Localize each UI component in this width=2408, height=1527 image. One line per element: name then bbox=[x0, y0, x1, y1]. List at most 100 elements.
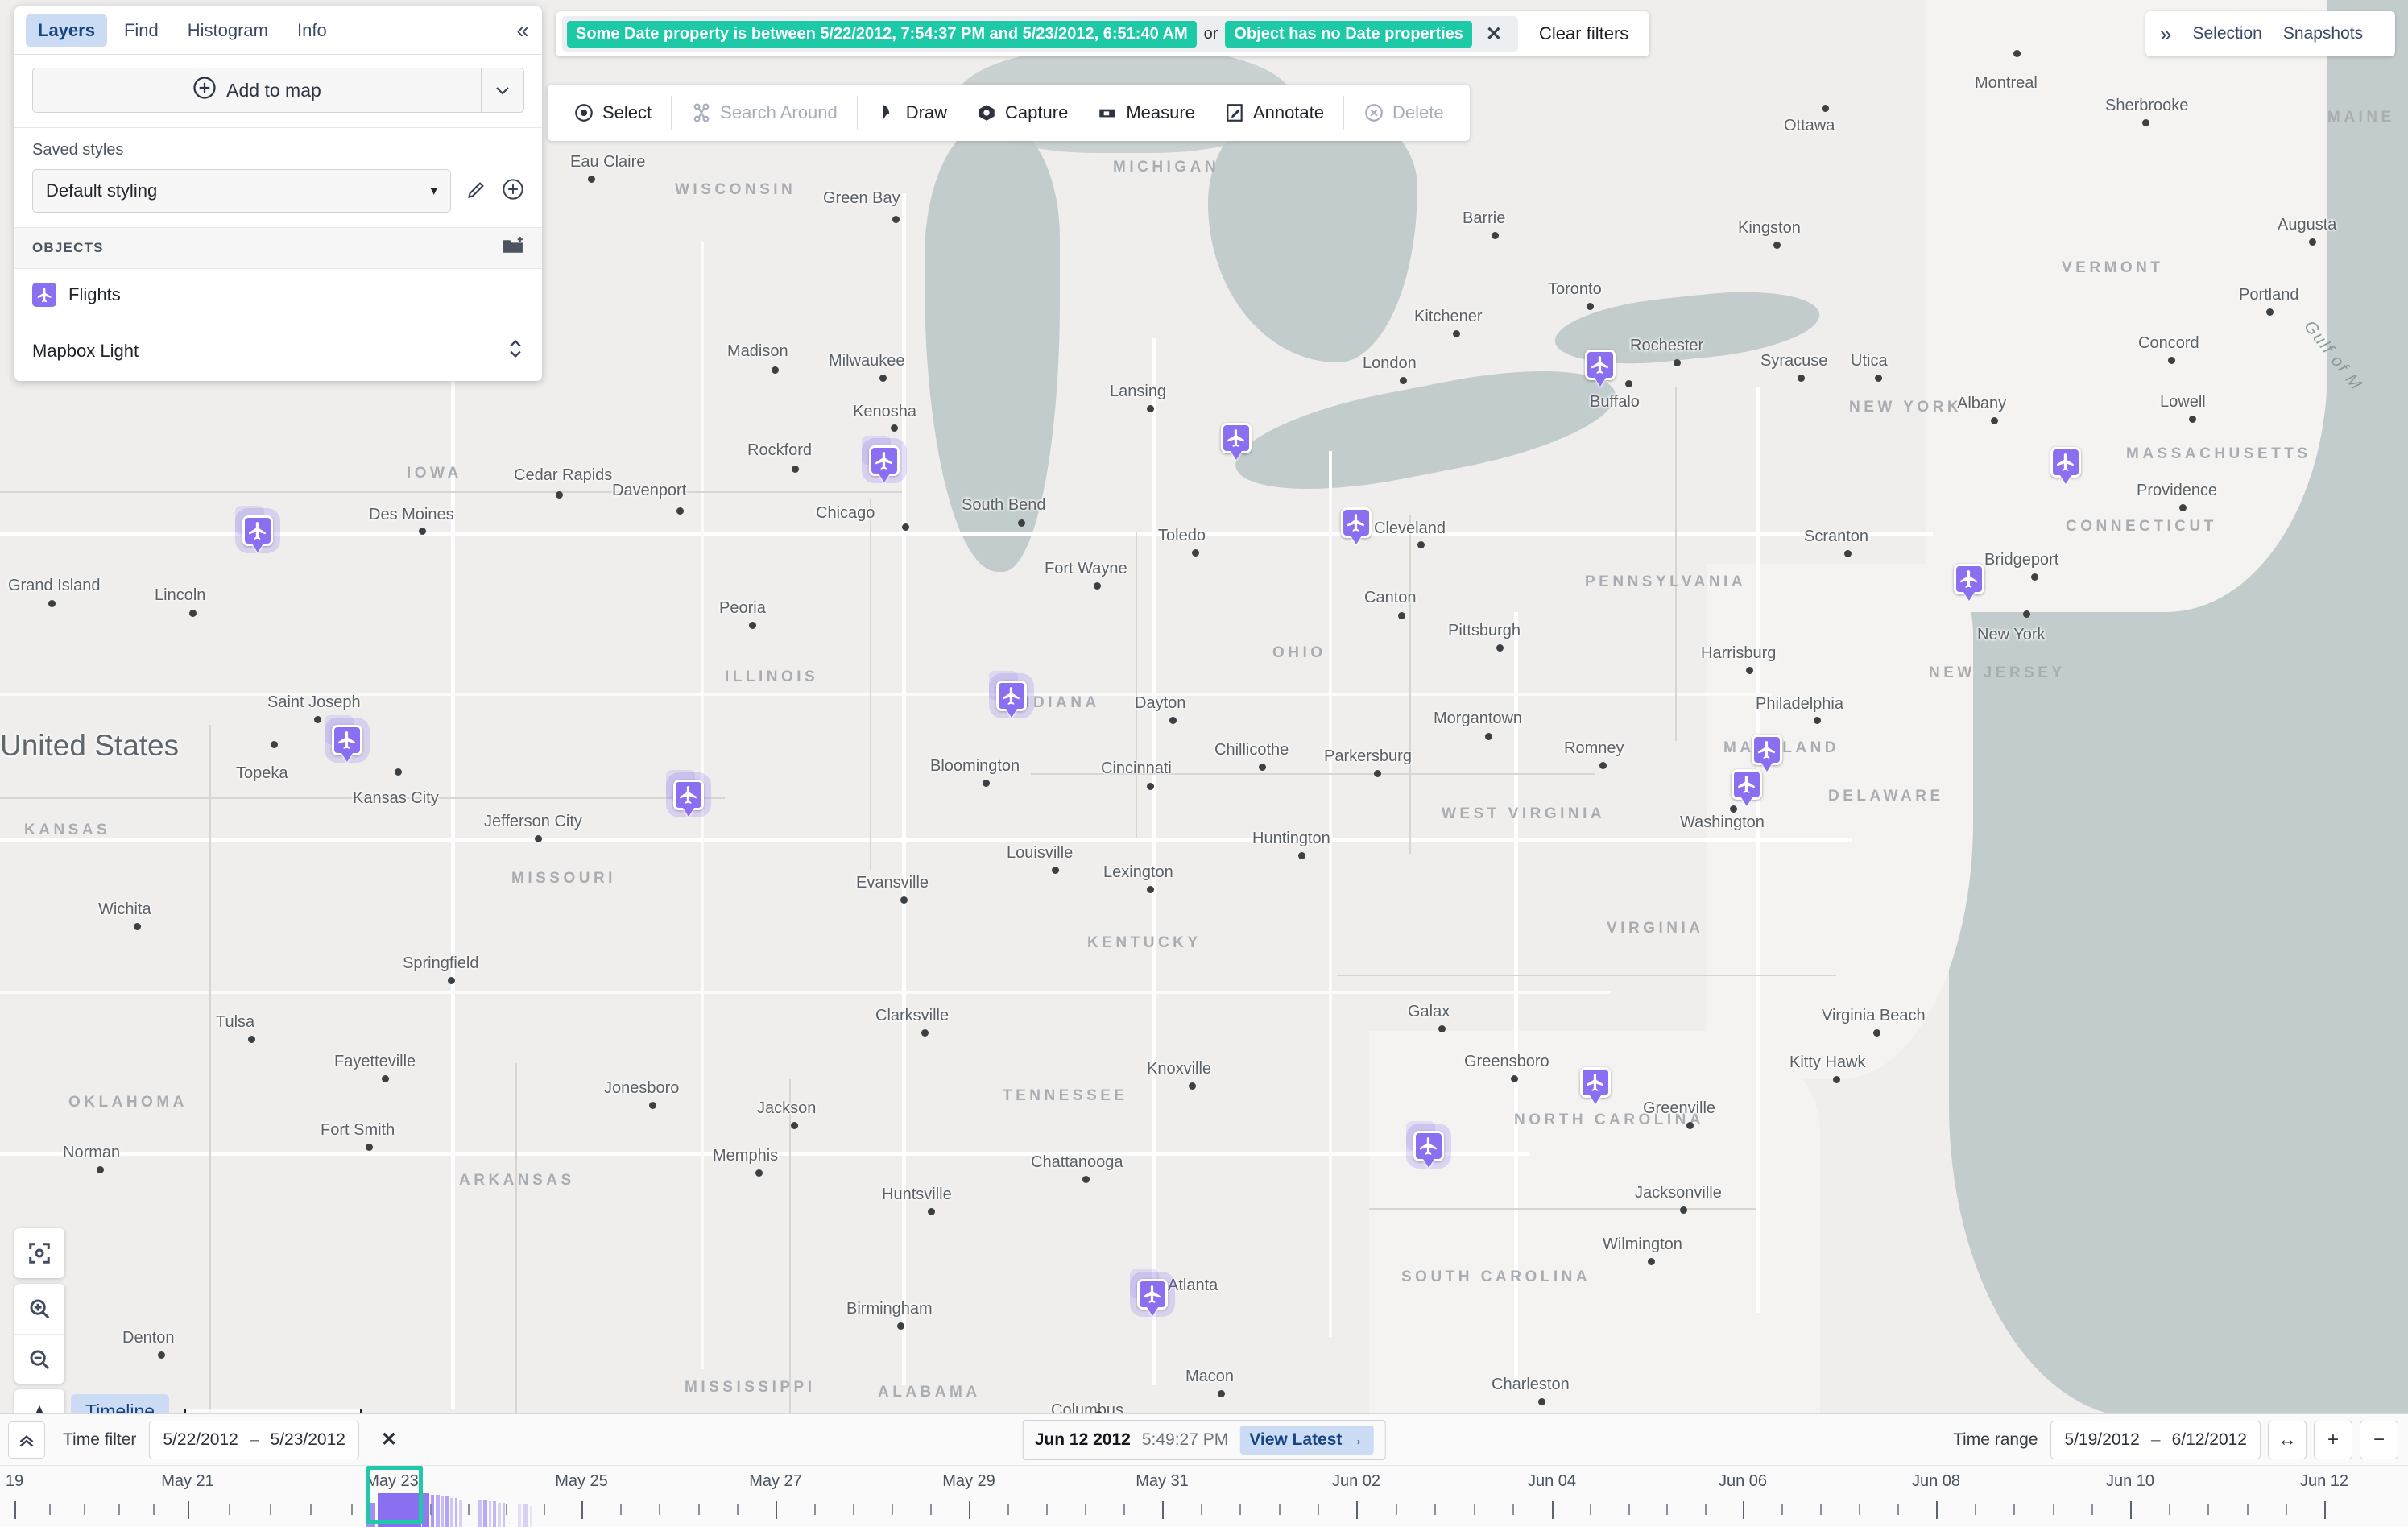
flight-marker[interactable] bbox=[1585, 350, 1616, 380]
tool-capture[interactable]: Capture bbox=[962, 85, 1082, 141]
flight-marker[interactable] bbox=[1413, 1131, 1444, 1161]
current-time: 5:49:27 PM bbox=[1141, 1430, 1229, 1449]
zoom-in-button[interactable] bbox=[14, 1284, 64, 1334]
expand-right-panel-icon[interactable]: » bbox=[2160, 22, 2171, 47]
clear-time-filter-icon[interactable]: ✕ bbox=[370, 1421, 408, 1459]
zoom-out-button[interactable] bbox=[14, 1334, 64, 1384]
flight-marker[interactable] bbox=[1752, 735, 1782, 765]
flight-marker[interactable] bbox=[242, 515, 273, 546]
object-label: Flights bbox=[68, 284, 121, 304]
map-city-label: Clarksville bbox=[875, 1007, 950, 1024]
time-range-controls[interactable]: Time range 5/19/2012 – 6/12/2012 ↔ + − bbox=[1935, 1420, 2398, 1459]
map-city-dot bbox=[2031, 573, 2038, 581]
map-toolbar[interactable]: Select Search Around Draw Capture Measur… bbox=[548, 85, 1470, 141]
map-city-dot bbox=[755, 1169, 763, 1177]
flight-marker[interactable] bbox=[1954, 564, 1984, 594]
map-city-dot bbox=[921, 1029, 929, 1037]
tab-find[interactable]: Find bbox=[112, 14, 171, 47]
updown-chevron-icon[interactable] bbox=[507, 337, 524, 365]
layers-panel[interactable]: Layers Find Histogram Info « Add to map … bbox=[14, 6, 542, 381]
object-row-flights[interactable]: Flights bbox=[14, 269, 542, 321]
style-select[interactable]: Default styling ▾ bbox=[32, 169, 451, 213]
fit-to-screen-button[interactable] bbox=[14, 1228, 64, 1278]
time-filter-start[interactable]: 5/22/2012 bbox=[163, 1430, 238, 1450]
filter-bar[interactable]: Some Date property is between 5/22/2012,… bbox=[556, 11, 1650, 56]
zoom-group[interactable] bbox=[14, 1284, 64, 1384]
collapse-timeline-button[interactable] bbox=[8, 1421, 45, 1459]
map-state-label: MAINE bbox=[2327, 109, 2395, 126]
new-folder-icon[interactable] bbox=[503, 237, 524, 259]
flight-marker[interactable] bbox=[1341, 507, 1372, 538]
timeline-controls-row[interactable]: Time filter 5/22/2012 – 5/23/2012 ✕ Jun … bbox=[0, 1414, 2408, 1466]
view-latest-button[interactable]: View Latest → bbox=[1239, 1425, 1374, 1455]
map-city-dot bbox=[983, 780, 990, 787]
fit-group[interactable] bbox=[14, 1228, 64, 1278]
tool-select[interactable]: Select bbox=[559, 85, 666, 141]
flight-marker[interactable] bbox=[1580, 1067, 1611, 1098]
zoom-in-range-button[interactable]: + bbox=[2314, 1420, 2352, 1459]
tab-selection[interactable]: Selection bbox=[2192, 24, 2261, 43]
toolbar-divider bbox=[1343, 96, 1344, 130]
timeline-histogram-bar bbox=[422, 1493, 429, 1527]
filter-chip-date-range[interactable]: Some Date property is between 5/22/2012,… bbox=[567, 20, 1197, 48]
flight-marker[interactable] bbox=[332, 725, 362, 755]
tool-delete[interactable]: Delete bbox=[1349, 85, 1458, 141]
map-city-label: Louisville bbox=[1007, 844, 1074, 862]
timeline-histogram-bar bbox=[445, 1496, 449, 1527]
timeline-axis[interactable]: 19 May 21 May 23 May 25 May 27 May 29 May 31 Ju… bbox=[0, 1466, 2408, 1527]
timeline-tick-label: May 29 bbox=[942, 1472, 995, 1490]
tab-snapshots[interactable]: Snapshots bbox=[2283, 24, 2363, 43]
time-filter-range[interactable]: 5/22/2012 – 5/23/2012 bbox=[149, 1420, 359, 1459]
flight-marker[interactable] bbox=[2050, 447, 2081, 478]
annotate-icon bbox=[1227, 104, 1243, 122]
camera-icon bbox=[979, 105, 995, 121]
map-city-label: Jefferson City bbox=[484, 813, 582, 830]
flight-marker[interactable] bbox=[996, 681, 1027, 711]
toolbar-divider bbox=[856, 96, 858, 130]
add-style-button[interactable] bbox=[502, 178, 524, 204]
flight-marker[interactable] bbox=[1137, 1279, 1168, 1310]
flight-marker[interactable] bbox=[869, 445, 900, 476]
tool-draw[interactable]: Draw bbox=[863, 85, 962, 141]
filter-chip-group[interactable]: Some Date property is between 5/22/2012,… bbox=[562, 16, 1519, 52]
tool-search-around[interactable]: Search Around bbox=[676, 85, 852, 141]
tab-layers[interactable]: Layers bbox=[26, 14, 107, 47]
map-city-label: Memphis bbox=[713, 1147, 779, 1165]
airplane-icon bbox=[1591, 356, 1608, 374]
filter-chip-no-date[interactable]: Object has no Date properties bbox=[1225, 20, 1472, 48]
timeline-tick-minor bbox=[270, 1504, 271, 1515]
timeline-bottom-bar[interactable]: Time filter 5/22/2012 – 5/23/2012 ✕ Jun … bbox=[0, 1413, 2408, 1527]
time-filter-end[interactable]: 5/23/2012 bbox=[271, 1430, 345, 1450]
delete-icon bbox=[1365, 104, 1383, 122]
right-side-panel[interactable]: » Selection Snapshots bbox=[2145, 11, 2395, 56]
range-dash: – bbox=[2150, 1430, 2161, 1449]
tool-annotate[interactable]: Annotate bbox=[1210, 85, 1338, 141]
timeline-selection-box[interactable] bbox=[366, 1466, 423, 1524]
edit-style-button[interactable] bbox=[465, 179, 487, 204]
timeline-histogram-bar bbox=[441, 1496, 444, 1527]
tab-histogram[interactable]: Histogram bbox=[176, 14, 280, 47]
time-range-box[interactable]: 5/19/2012 – 6/12/2012 bbox=[2050, 1420, 2261, 1459]
map-controls[interactable] bbox=[14, 1228, 64, 1439]
tool-measure[interactable]: Measure bbox=[1082, 85, 1210, 141]
remove-filter-icon[interactable]: ✕ bbox=[1479, 23, 1508, 46]
map-city-label: Fayetteville bbox=[334, 1053, 416, 1070]
map-city-dot bbox=[1453, 330, 1460, 337]
add-to-map-button[interactable]: Add to map bbox=[32, 68, 481, 113]
flight-marker[interactable] bbox=[1732, 769, 1762, 800]
zoom-out-range-button[interactable]: − bbox=[2360, 1420, 2398, 1459]
collapse-panel-icon[interactable]: « bbox=[516, 19, 529, 42]
basemap-selector[interactable]: Mapbox Light bbox=[14, 321, 542, 381]
tool-label: Draw bbox=[905, 102, 948, 122]
current-time-display[interactable]: Jun 12 2012 5:49:27 PM View Latest → bbox=[1022, 1419, 1386, 1460]
clear-filters-button[interactable]: Clear filters bbox=[1539, 23, 1628, 44]
add-to-map-dropdown-button[interactable] bbox=[481, 68, 524, 113]
flight-marker[interactable] bbox=[1221, 423, 1252, 453]
panel-tab-bar[interactable]: Layers Find Histogram Info « bbox=[14, 6, 542, 55]
fit-range-button[interactable]: ↔ bbox=[2268, 1420, 2307, 1459]
flight-marker[interactable] bbox=[673, 780, 704, 810]
time-range-end[interactable]: 6/12/2012 bbox=[2172, 1430, 2247, 1450]
time-range-start[interactable]: 5/19/2012 bbox=[2064, 1430, 2139, 1450]
timeline-tick-label: Jun 08 bbox=[1911, 1472, 1961, 1490]
tab-info[interactable]: Info bbox=[285, 14, 339, 47]
